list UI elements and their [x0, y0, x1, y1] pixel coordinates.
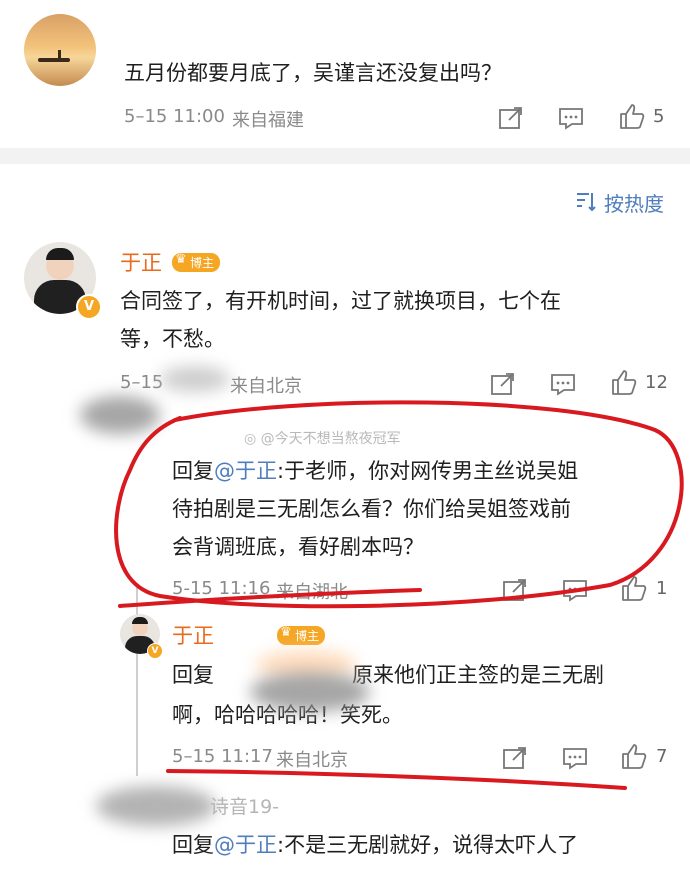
- red-annotation: [114, 400, 684, 790]
- red-underline-annotation: [166, 769, 627, 790]
- red-ellipse-annotation: [114, 400, 684, 609]
